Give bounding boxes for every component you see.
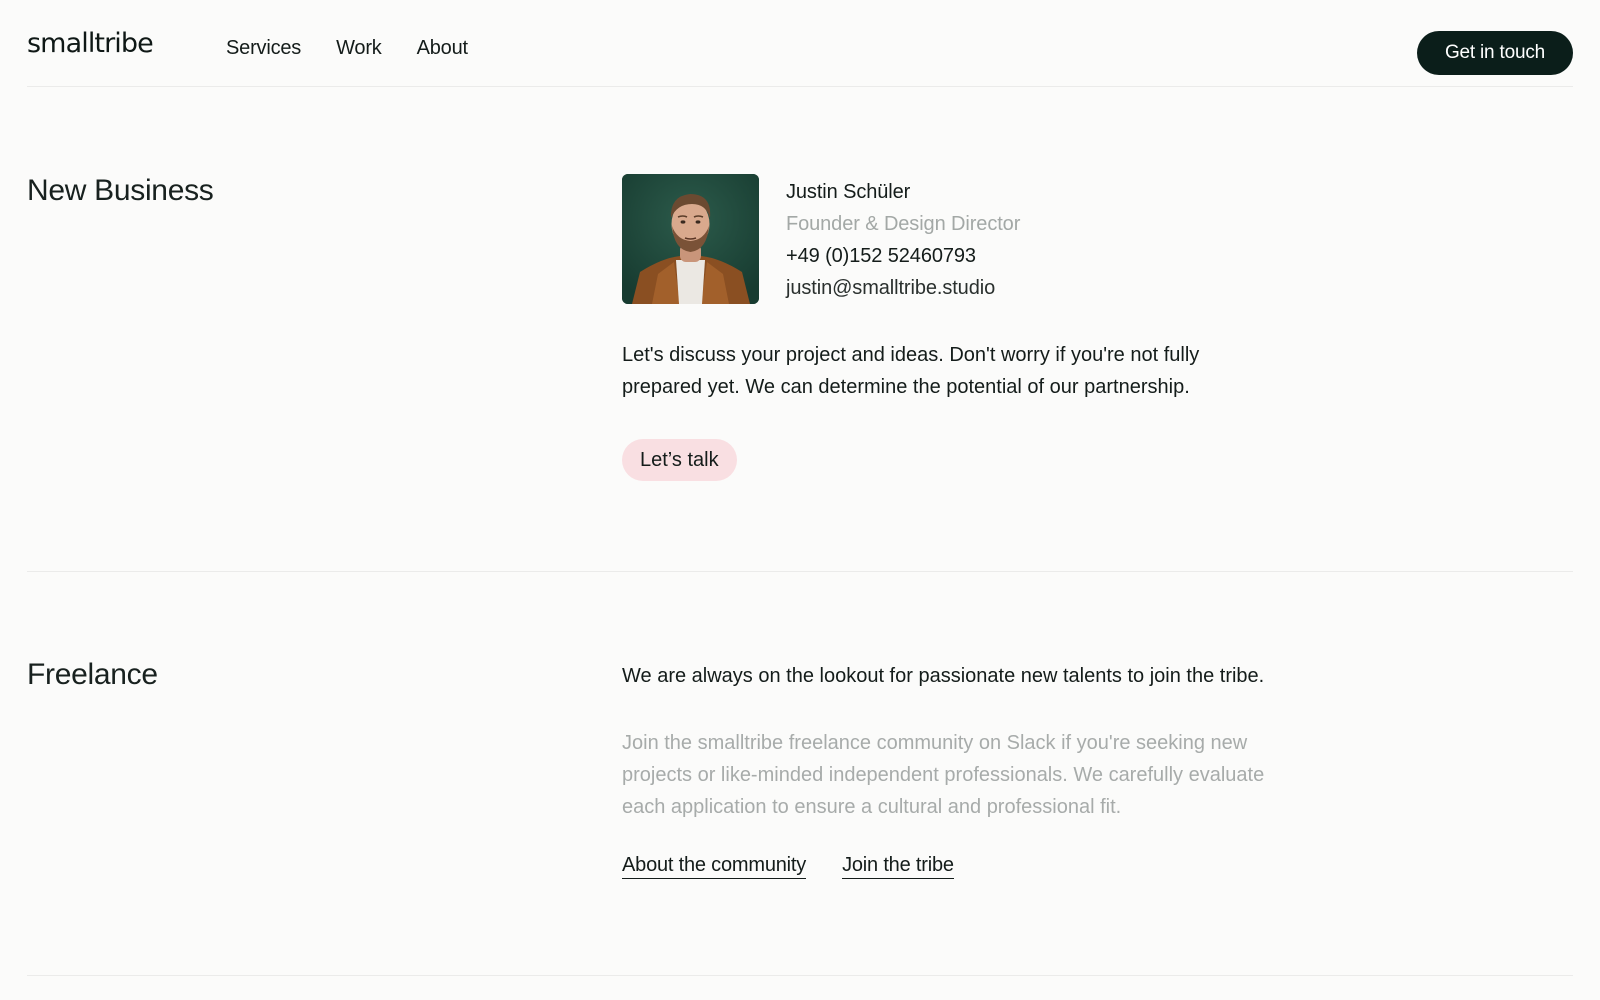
main-nav: Services Work About [226,37,468,60]
join-tribe-link[interactable]: Join the tribe [842,854,954,879]
freelance-title: Freelance [27,658,158,691]
portrait-image [622,174,759,304]
lets-talk-button[interactable]: Let’s talk [622,439,737,481]
contact-name: Justin Schüler [786,181,911,203]
new-business-title: New Business [27,174,214,207]
contact-role: Founder & Design Director [786,213,1021,235]
get-in-touch-button[interactable]: Get in touch [1416,31,1573,75]
contact-phone-link[interactable]: +49 (0)152 52460793 [786,240,1020,272]
contact-email-link[interactable]: justin@smalltribe.studio [786,272,1020,304]
contact-photo [622,174,759,304]
freelance-lead-text: We are always on the lookout for passion… [622,665,1265,687]
brand-logo[interactable]: smalltribe [27,28,154,59]
contact-page: smalltribe Services Work About Get in to… [0,0,1600,1000]
nav-link-work[interactable]: Work [336,37,382,60]
freelance-body-text: Join the smalltribe freelance community … [622,732,1265,818]
nav-link-about[interactable]: About [417,37,468,60]
contact-details: Justin Schüler Founder & Design Director… [786,176,1020,304]
section-divider [27,975,1573,976]
site-header: smalltribe Services Work About Get in to… [27,0,1573,87]
section-divider [27,571,1573,572]
freelance-links: About the community Join the tribe [622,854,954,879]
nav-link-services[interactable]: Services [226,37,301,60]
about-community-link[interactable]: About the community [622,854,806,879]
new-business-intro: Let's discuss your project and ideas. Do… [622,344,1200,398]
